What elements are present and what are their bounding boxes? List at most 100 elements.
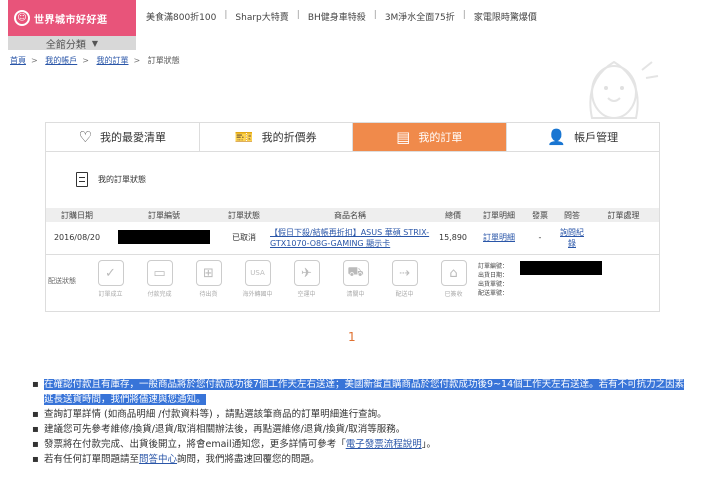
note-text: 查詢訂單詳情 (如商品明細 /付款資料等) ，請點選該筆商品的訂單明細進行查詢。 — [44, 409, 387, 420]
column-header: 訂單明細 — [474, 208, 524, 222]
order-number — [108, 222, 220, 255]
account-tabs: ♡ 我的最愛清單 🎫 我的折價券 ▤ 我的訂單 👤 帳戶管理 — [45, 122, 660, 152]
delivery-step: ⊞ 待出貨 — [184, 260, 233, 298]
document-icon: ▤ — [396, 127, 411, 146]
invoice-process-link[interactable]: 電子發票流程說明 — [346, 439, 422, 450]
usa-box-icon: USA — [244, 260, 271, 286]
breadcrumb-chevron-icon: > — [133, 56, 141, 65]
qa-cell: 詢問紀錄 — [556, 222, 588, 255]
heart-icon: ♡ — [78, 127, 92, 146]
column-header: 訂購日期 — [46, 208, 108, 222]
redacted-block — [118, 229, 210, 244]
delivery-step: ⇢ 配送中 — [380, 260, 429, 298]
note-text: 詢問，我們將盡速回覆您的問題。 — [177, 454, 320, 465]
list-item: 發票將在付款完成、出貨後開立，將會email通知您，更多詳情可參考「電子發票流程… — [32, 437, 692, 452]
promo-link[interactable]: 3M淨水全面75折 — [385, 10, 455, 23]
table-header: 訂購日期 訂單編號 訂單狀態 商品名稱 總價 訂單明細 發票 問答 訂單處理 — [46, 208, 659, 222]
order-info-line: 配送單號： — [478, 290, 509, 297]
list-item: 建議您可先參考維修/換貨/退貨/取消相關辦法後，再點選維修/退貨/換貨/取消等服… — [32, 422, 692, 437]
redacted-block — [520, 261, 602, 275]
page-number[interactable]: 1 — [348, 330, 356, 344]
order-info-line: 訂單編號： — [478, 263, 509, 270]
order-total: 15,890 — [432, 222, 474, 255]
promo-link[interactable]: Sharp大特賣 — [235, 10, 288, 23]
notes-list: 在確認付款且有庫存，一般商品將於您付款成功後7個工作天左右送達；美國新蛋直購商品… — [32, 377, 692, 467]
delivery-step: ✓ 訂單成立 — [86, 260, 135, 298]
qa-center-link[interactable]: 問答中心 — [139, 454, 177, 465]
tab-label: 我的最愛清單 — [99, 131, 166, 144]
list-item: 若有任何訂單問題請至問答中心詢問，我們將盡速回覆您的問題。 — [32, 452, 692, 467]
promo-link[interactable]: 美食滿800折100 — [146, 10, 216, 23]
smile-icon: ☺ — [14, 10, 30, 26]
panel-title: 我的訂單狀態 — [76, 172, 146, 187]
product-cell: 【假日下殺/結帳再折扣】ASUS 華碩 STRIX-GTX1070-O8G-GA… — [268, 222, 432, 255]
ticket-icon: 🎫 — [234, 127, 254, 146]
brand-name: 世界城市好好逛 — [34, 14, 108, 26]
breadcrumb-account[interactable]: 我的帳戶 — [45, 56, 77, 65]
check-doc-icon: ✓ — [97, 260, 124, 286]
note-text: 建議您可先參考維修/換貨/退貨/取消相關辦法後，再點選維修/退貨/換貨/取消等服… — [44, 424, 406, 435]
order-info-block: 訂單編號： 出貨日期： 出貨單號： 配送單號： — [478, 261, 602, 298]
promo-link[interactable]: 家電限時驚爆價 — [474, 10, 537, 23]
truck-icon: ⛟ — [342, 260, 369, 286]
delivery-step: USA 海外轉國中 — [233, 260, 282, 298]
delivery-step: ⛟ 清關中 — [331, 260, 380, 298]
order-status: 已取消 — [220, 222, 268, 255]
column-header: 發票 — [524, 208, 556, 222]
promo-link[interactable]: BH健身車特殺 — [308, 10, 366, 23]
document-icon — [76, 172, 88, 187]
delivery-step: ✈ 空運中 — [282, 260, 331, 298]
panel-title-text: 我的訂單狀態 — [98, 175, 146, 184]
list-item: 查詢訂單詳情 (如商品明細 /付款資料等) ，請點選該筆商品的訂單明細進行查詢。 — [32, 407, 692, 422]
mascot-egg-icon — [589, 60, 659, 119]
order-detail-link[interactable]: 訂單明細 — [483, 233, 515, 242]
breadcrumb-chevron-icon: > — [82, 56, 89, 65]
column-header: 訂單處理 — [588, 208, 659, 222]
column-header: 訂單狀態 — [220, 208, 268, 222]
delivery-status-label: 配送狀態 — [48, 277, 76, 285]
column-header: 訂單編號 — [108, 208, 220, 222]
tab-coupons[interactable]: 🎫 我的折價券 — [200, 123, 353, 151]
promo-links: 美食滿800折100 | Sharp大特賣 | BH健身車特殺 | 3M淨水全面75折… — [146, 10, 537, 23]
cart-icon: ⊞ — [195, 260, 222, 286]
breadcrumb: 首頁 > 我的帳戶 > 我的訂單 > 訂單狀態 — [10, 55, 180, 66]
tab-label: 我的折價券 — [261, 131, 317, 144]
tab-account-management[interactable]: 👤 帳戶管理 — [507, 123, 660, 151]
column-header: 商品名稱 — [268, 208, 432, 222]
column-header: 總價 — [432, 208, 474, 222]
chevron-down-icon: ▼ — [91, 38, 99, 48]
orders-table: 訂購日期 訂單編號 訂單狀態 商品名稱 總價 訂單明細 發票 問答 訂單處理 2… — [46, 208, 659, 255]
tab-label: 帳戶管理 — [574, 131, 619, 144]
delivery-step: ⌂ 已簽收 — [429, 260, 478, 298]
note-text: 」。 — [421, 439, 436, 450]
delivery-step: ▭ 付款完成 — [135, 260, 184, 298]
column-header: 問答 — [556, 208, 588, 222]
note-text: 在確認付款且有庫存，一般商品將於您付款成功後7個工作天左右送達；美國新蛋直購商品… — [44, 379, 685, 405]
delivery-icon: ⇢ — [391, 260, 418, 286]
breadcrumb-home[interactable]: 首頁 — [10, 56, 26, 65]
tab-orders[interactable]: ▤ 我的訂單 — [353, 123, 507, 151]
product-name-link[interactable]: 【假日下殺/結帳再折扣】ASUS 華碩 STRIX-GTX1070-O8G-GA… — [270, 227, 430, 249]
delivery-status-row: 配送狀態 ✓ 訂單成立 ▭ 付款完成 ⊞ 待出貨 USA 海外轉國中 ✈ 空運中 ⛟ 清關中… — [46, 256, 659, 310]
breadcrumb-current: 訂單狀態 — [147, 56, 180, 65]
order-date: 2016/08/20 — [46, 222, 108, 255]
all-categories-button[interactable]: 全館分類 ▼ — [8, 36, 136, 51]
all-categories-label: 全館分類 — [45, 39, 86, 51]
plane-icon: ✈ — [293, 260, 320, 286]
user-icon: 👤 — [547, 127, 567, 146]
order-info-line: 出貨單號： — [478, 281, 509, 288]
card-icon: ▭ — [146, 260, 173, 286]
brand-logo[interactable]: ☺ 世界城市好好逛 — [8, 0, 136, 36]
order-info-line: 出貨日期： — [478, 272, 509, 279]
order-process-cell — [588, 222, 659, 255]
table-row: 2016/08/20 已取消 【假日下殺/結帳再折扣】ASUS 華碩 STRIX… — [46, 222, 659, 255]
breadcrumb-chevron-icon: > — [31, 56, 38, 65]
house-icon: ⌂ — [440, 260, 467, 286]
note-text: 若有任何訂單問題請至 — [44, 454, 140, 465]
tab-wishlist[interactable]: ♡ 我的最愛清單 — [46, 123, 200, 151]
breadcrumb-orders[interactable]: 我的訂單 — [97, 56, 129, 65]
order-detail-cell: 訂單明細 — [474, 222, 524, 255]
list-item: 在確認付款且有庫存，一般商品將於您付款成功後7個工作天左右送達；美國新蛋直購商品… — [32, 377, 692, 407]
note-text: 發票將在付款完成、出貨後開立，將會email通知您，更多詳情可參考「 — [44, 439, 346, 450]
qa-record-link[interactable]: 詢問紀錄 — [560, 228, 584, 248]
